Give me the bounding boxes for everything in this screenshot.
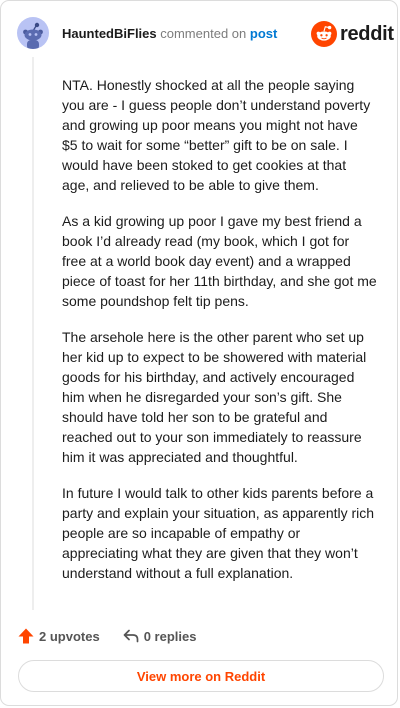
commented-on-text: commented on [160, 26, 247, 41]
snoo-avatar-icon [23, 22, 43, 49]
avatar[interactable] [17, 17, 49, 49]
username-link[interactable]: HauntedBiFlies [62, 26, 157, 41]
embedded-comment-card: HauntedBiFlies commented on post reddit … [0, 0, 398, 706]
reddit-wordmark: reddit [340, 22, 394, 45]
comment-paragraph: NTA. Honestly shocked at all the people … [62, 77, 371, 193]
upvote-arrow-icon[interactable] [17, 627, 35, 645]
comment-actions: 2 upvotes 0 replies [17, 626, 196, 646]
comment-header: HauntedBiFlies commented on post [62, 26, 277, 42]
comment-body: NTA. Honestly shocked at all the people … [62, 75, 377, 599]
comment-paragraph: In future I would talk to other kids par… [62, 485, 375, 581]
reply-count: 0 replies [143, 628, 197, 644]
comment-paragraph: As a kid growing up poor I gave my best … [62, 213, 377, 309]
thread-line [32, 57, 34, 610]
post-link[interactable]: post [250, 26, 277, 41]
view-more-on-reddit-button[interactable]: View more on Reddit [18, 660, 384, 692]
comment-paragraph: The arsehole here is the other parent wh… [62, 329, 367, 465]
reddit-logo[interactable]: reddit [311, 21, 394, 47]
reddit-snoo-icon [311, 21, 337, 47]
reply-arrow-icon[interactable] [122, 627, 140, 645]
upvote-count: 2 upvotes [39, 628, 100, 644]
